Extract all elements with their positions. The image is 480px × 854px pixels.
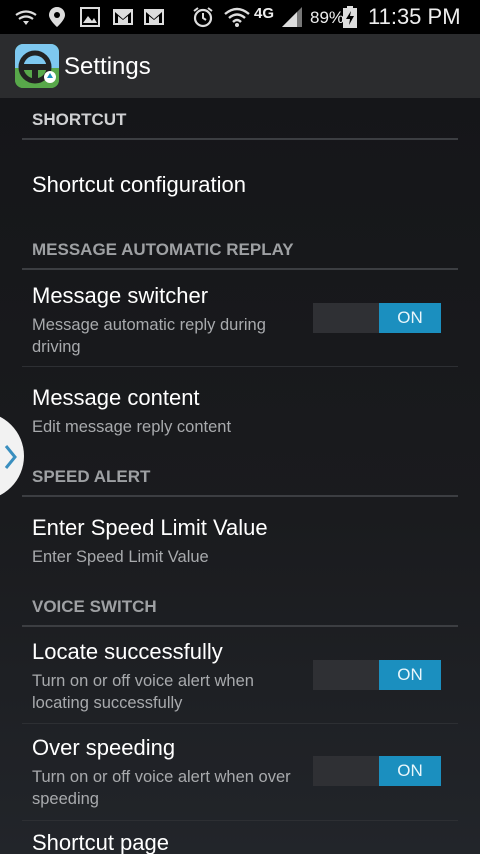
item-title: Message content	[32, 385, 200, 410]
section-header-message-reply: MESSAGE AUTOMATIC REPLAY	[22, 228, 458, 270]
section-header-label: VOICE SWITCH	[32, 597, 157, 616]
battery-charging-icon	[343, 6, 357, 28]
gmail-icon	[112, 6, 134, 28]
locate-successfully-item[interactable]: Locate successfully Turn on or off voice…	[22, 627, 458, 724]
location-pin-icon	[48, 6, 66, 28]
gmail-icon	[143, 6, 165, 28]
message-switcher-toggle[interactable]: ON	[313, 303, 441, 333]
page-title: Settings	[64, 53, 151, 80]
steering-wheel-app-icon[interactable]	[15, 44, 59, 88]
signal-sync-icon	[14, 6, 38, 28]
cell-signal-icon	[281, 6, 303, 28]
network-type: 4G	[254, 5, 275, 22]
item-title: Locate successfully	[32, 639, 223, 664]
alarm-icon	[192, 6, 214, 28]
item-summary: Message automatic reply during driving	[32, 316, 266, 356]
status-bar: 4G 89% 11:35 PM	[0, 0, 480, 34]
toggle-knob: ON	[379, 660, 441, 690]
item-title: Message switcher	[32, 283, 209, 308]
toggle-knob: ON	[379, 303, 441, 333]
locate-successfully-toggle[interactable]: ON	[313, 660, 441, 690]
clock: 11:35 PM	[368, 4, 461, 29]
section-header-shortcut: SHORTCUT	[22, 98, 458, 140]
chevron-right-icon	[4, 445, 17, 469]
item-title: Shortcut configuration	[32, 172, 247, 197]
over-speeding-toggle[interactable]: ON	[313, 756, 441, 786]
item-title: Over speeding	[32, 735, 176, 760]
message-content-item[interactable]: Message content Edit message reply conte…	[22, 367, 458, 443]
app-bar: Settings	[0, 34, 480, 98]
shortcut-page-item[interactable]: Shortcut page	[22, 821, 458, 854]
battery-percent: 89%	[310, 8, 345, 27]
section-header-label: SPEED ALERT	[32, 467, 151, 486]
section-header-label: SHORTCUT	[32, 110, 127, 129]
item-summary: Turn on or off voice alert when over spe…	[32, 768, 291, 808]
settings-list[interactable]: SHORTCUT Shortcut configuration MESSAGE …	[0, 98, 480, 854]
speed-limit-item[interactable]: Enter Speed Limit Value Enter Speed Limi…	[22, 497, 458, 585]
section-header-voice-switch: VOICE SWITCH	[22, 585, 458, 627]
shortcut-configuration-item[interactable]: Shortcut configuration	[22, 140, 458, 238]
item-title: Shortcut page	[32, 830, 169, 854]
item-summary: Enter Speed Limit Value	[32, 548, 209, 566]
message-switcher-item[interactable]: Message switcher Message automatic reply…	[22, 270, 458, 367]
item-summary: Turn on or off voice alert when locating…	[32, 672, 254, 712]
wifi-icon	[224, 6, 250, 28]
section-header-speed-alert: SPEED ALERT	[22, 455, 458, 497]
image-icon	[80, 6, 100, 28]
item-title: Enter Speed Limit Value	[32, 515, 268, 540]
side-drawer-handle[interactable]	[0, 412, 24, 500]
over-speeding-item[interactable]: Over speeding Turn on or off voice alert…	[22, 724, 458, 821]
toggle-knob: ON	[379, 756, 441, 786]
section-header-label: MESSAGE AUTOMATIC REPLAY	[32, 240, 294, 259]
item-summary: Edit message reply content	[32, 418, 232, 436]
